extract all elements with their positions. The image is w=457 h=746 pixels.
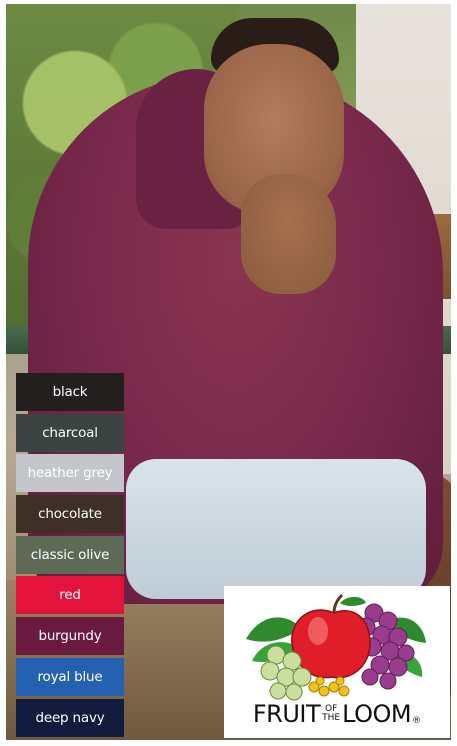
- model-shorts: [126, 459, 426, 599]
- registered-mark: ®: [412, 716, 422, 726]
- color-swatch-black[interactable]: black: [16, 373, 124, 411]
- color-swatch-deep-navy[interactable]: deep navy: [16, 698, 124, 737]
- wordmark-the: THE: [322, 713, 341, 723]
- wordmark-of-the: OF THE: [322, 705, 340, 723]
- brand-logo: FRUIT OF THE LOOM ®: [224, 586, 450, 738]
- color-swatch-list: black charcoal heather grey chocolate cl…: [16, 373, 124, 739]
- model-hand: [241, 174, 336, 294]
- brand-wordmark: FRUIT OF THE LOOM ®: [224, 702, 450, 726]
- product-color-card: black charcoal heather grey chocolate cl…: [0, 0, 457, 746]
- color-swatch-classic-olive[interactable]: classic olive: [16, 535, 124, 574]
- fruit-logo-icon: [246, 593, 426, 701]
- color-swatch-chocolate[interactable]: chocolate: [16, 495, 124, 534]
- color-swatch-heather-grey[interactable]: heather grey: [16, 454, 124, 493]
- wordmark-loom: LOOM: [342, 700, 412, 728]
- color-swatch-red[interactable]: red: [16, 576, 124, 615]
- wordmark-fruit: FRUIT: [252, 700, 321, 728]
- color-swatch-charcoal[interactable]: charcoal: [16, 413, 124, 452]
- color-swatch-burgundy[interactable]: burgundy: [16, 617, 124, 656]
- color-swatch-royal-blue[interactable]: royal blue: [16, 657, 124, 696]
